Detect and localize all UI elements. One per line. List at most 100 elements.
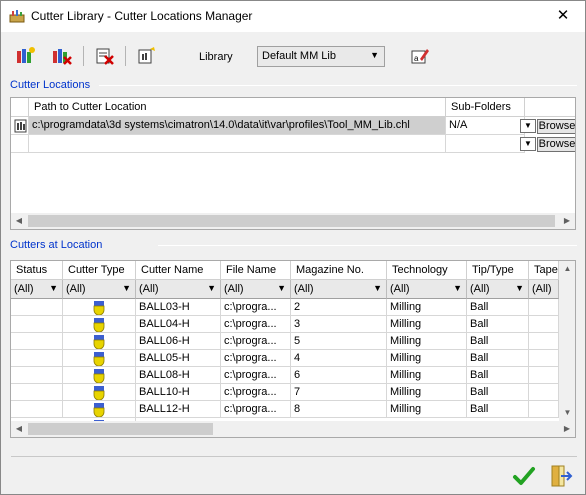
cutter-name-cell[interactable]: BALL04-H	[136, 316, 221, 333]
technology-cell[interactable]: Milling	[387, 350, 467, 367]
library-select[interactable]: Default MM Lib ▼	[257, 46, 385, 67]
status-cell[interactable]	[11, 401, 63, 418]
subfolders-cell[interactable]	[446, 135, 525, 153]
magazine-no-cell[interactable]: 5	[291, 333, 387, 350]
file-name-cell[interactable]: c:\progra...	[221, 350, 291, 367]
scroll-right-icon[interactable]: ▶	[559, 213, 575, 229]
status-cell[interactable]	[11, 350, 63, 367]
technology-cell[interactable]: Milling	[387, 367, 467, 384]
delete-icon[interactable]	[92, 45, 116, 67]
scroll-up-icon[interactable]: ▲	[559, 261, 575, 277]
tape-cell[interactable]	[529, 367, 559, 384]
cutter-name-cell[interactable]: BALL08-H	[136, 367, 221, 384]
column-header-status[interactable]: Status	[11, 261, 63, 280]
column-header-technology[interactable]: Technology	[387, 261, 467, 280]
technology-cell[interactable]: Milling	[387, 299, 467, 316]
cutter-name-cell[interactable]: BALL06-H	[136, 333, 221, 350]
scroll-thumb[interactable]	[28, 423, 213, 435]
column-header-file-name[interactable]: File Name	[221, 261, 291, 280]
location-path-cell[interactable]: c:\programdata\3d systems\cimatron\14.0\…	[29, 117, 446, 135]
technology-cell[interactable]: Milling	[387, 384, 467, 401]
cutters-horizontal-scrollbar[interactable]: ◀ ▶	[11, 421, 575, 437]
cutter-type-cell[interactable]	[63, 367, 136, 384]
magazine-no-cell[interactable]: 8	[291, 401, 387, 418]
subfolders-dropdown[interactable]: ▼	[520, 137, 536, 151]
filter-technology[interactable]: (All) ▼	[387, 280, 467, 299]
remove-location-icon[interactable]	[49, 45, 73, 67]
tip-type-cell[interactable]: Ball	[467, 333, 529, 350]
tip-type-cell[interactable]: Ball	[467, 299, 529, 316]
edit-library-icon[interactable]: a	[407, 45, 431, 67]
cutters-vertical-scrollbar[interactable]: ▲ ▼	[559, 261, 575, 421]
file-name-cell[interactable]: c:\progra...	[221, 384, 291, 401]
scroll-left-icon[interactable]: ◀	[11, 213, 27, 229]
cutter-name-cell[interactable]: BALL10-H	[136, 384, 221, 401]
scroll-down-icon[interactable]: ▼	[559, 405, 575, 421]
cutter-type-cell[interactable]	[63, 350, 136, 367]
tape-cell[interactable]	[529, 333, 559, 350]
technology-cell[interactable]: Milling	[387, 316, 467, 333]
location-path-cell[interactable]	[29, 135, 446, 153]
cutter-type-cell[interactable]	[63, 333, 136, 350]
tip-type-cell[interactable]: Ball	[467, 401, 529, 418]
filter-tip-type[interactable]: (All) ▼	[467, 280, 529, 299]
tape-cell[interactable]	[529, 350, 559, 367]
file-name-cell[interactable]: c:\progra...	[221, 333, 291, 350]
magazine-no-cell[interactable]: 4	[291, 350, 387, 367]
tip-type-cell[interactable]: Ball	[467, 384, 529, 401]
file-name-cell[interactable]: c:\progra...	[221, 367, 291, 384]
column-header-tip-type[interactable]: Tip/Type	[467, 261, 529, 280]
column-header-tape[interactable]: Tape	[529, 261, 559, 280]
exit-button[interactable]	[549, 464, 573, 488]
scroll-left-icon[interactable]: ◀	[11, 421, 27, 437]
cutter-type-cell[interactable]	[63, 299, 136, 316]
close-icon[interactable]: ✕	[541, 1, 585, 31]
filter-cutter-name[interactable]: (All) ▼	[136, 280, 221, 299]
magazine-no-cell[interactable]: 3	[291, 316, 387, 333]
filter-magazine-no[interactable]: (All) ▼	[291, 280, 387, 299]
tip-type-cell[interactable]: Ball	[467, 367, 529, 384]
file-name-cell[interactable]: c:\progra...	[221, 316, 291, 333]
tip-type-cell[interactable]: Ball	[467, 316, 529, 333]
column-header-cutter-name[interactable]: Cutter Name	[136, 261, 221, 280]
filter-status[interactable]: (All) ▼	[11, 280, 63, 299]
magazine-no-cell[interactable]: 2	[291, 299, 387, 316]
cutter-type-cell[interactable]	[63, 384, 136, 401]
status-cell[interactable]	[11, 333, 63, 350]
filter-file-name[interactable]: (All) ▼	[221, 280, 291, 299]
column-header-path[interactable]: Path to Cutter Location	[29, 98, 446, 117]
edit-icon[interactable]	[134, 45, 158, 67]
cutter-name-cell[interactable]: BALL12-H	[136, 401, 221, 418]
magazine-no-cell[interactable]: 6	[291, 367, 387, 384]
column-header-subfolders[interactable]: Sub-Folders	[446, 98, 525, 117]
technology-cell[interactable]: Milling	[387, 333, 467, 350]
magazine-no-cell[interactable]: 7	[291, 384, 387, 401]
technology-cell[interactable]: Milling	[387, 401, 467, 418]
scroll-right-icon[interactable]: ▶	[559, 421, 575, 437]
column-header-cutter-type[interactable]: Cutter Type	[63, 261, 136, 280]
cutter-name-cell[interactable]: BALL05-H	[136, 350, 221, 367]
ok-button[interactable]	[512, 464, 536, 488]
column-header-magazine-no[interactable]: Magazine No.	[291, 261, 387, 280]
tape-cell[interactable]	[529, 384, 559, 401]
filter-cutter-type[interactable]: (All) ▼	[63, 280, 136, 299]
cutter-type-cell[interactable]	[63, 401, 136, 418]
cutter-name-cell[interactable]: BALL03-H	[136, 299, 221, 316]
tape-cell[interactable]	[529, 299, 559, 316]
subfolders-dropdown[interactable]: ▼	[520, 119, 536, 133]
status-cell[interactable]	[11, 367, 63, 384]
status-cell[interactable]	[11, 384, 63, 401]
status-cell[interactable]	[11, 316, 63, 333]
scroll-thumb[interactable]	[28, 215, 555, 227]
tape-cell[interactable]	[529, 401, 559, 418]
browse-button[interactable]: Browse	[537, 137, 575, 152]
tip-type-cell[interactable]: Ball	[467, 350, 529, 367]
subfolders-cell[interactable]: N/A	[446, 117, 525, 135]
tape-cell[interactable]	[529, 316, 559, 333]
filter-tape[interactable]: (All)	[529, 280, 559, 299]
cutter-type-cell[interactable]	[63, 316, 136, 333]
browse-button[interactable]: Browse	[537, 119, 575, 134]
locations-horizontal-scrollbar[interactable]: ◀ ▶	[11, 213, 575, 229]
file-name-cell[interactable]: c:\progra...	[221, 401, 291, 418]
add-location-icon[interactable]	[13, 45, 37, 67]
